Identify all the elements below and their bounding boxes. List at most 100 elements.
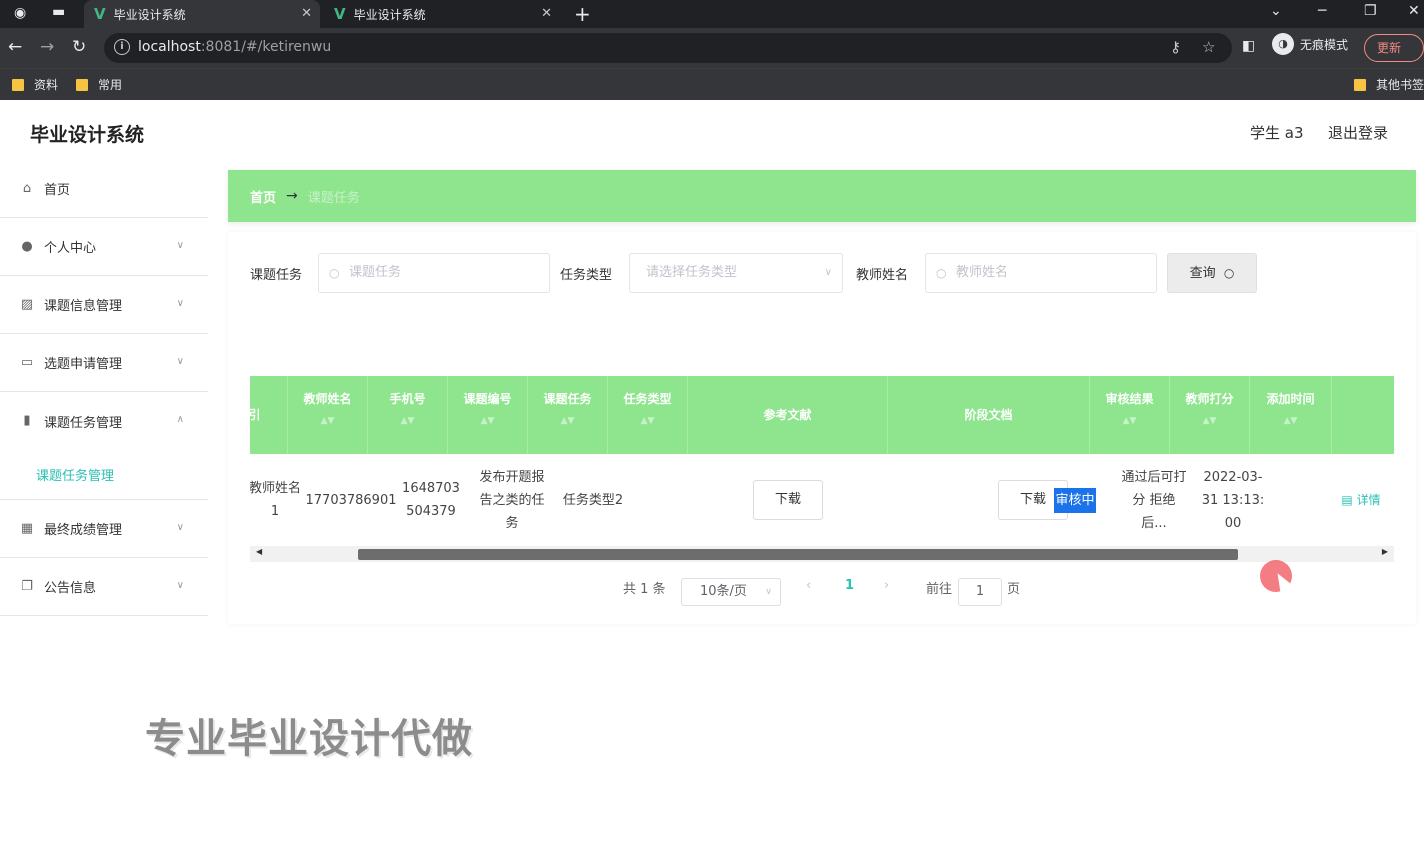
breadcrumb-home[interactable]: 首页 [250,187,276,206]
tab-title: 毕业设计系统 [113,7,186,22]
col-review-result[interactable]: 审核结果 ▲▼ [1090,376,1170,454]
sidebar-item-announcements[interactable]: ❐ 公告信息 ∨ [0,558,208,616]
sidebar-item-label: 课题信息管理 [44,299,123,314]
back-icon[interactable]: ← [8,37,22,57]
incognito-label: 无痕模式 [1300,37,1349,52]
page-size-label: 10条/页 [700,584,747,599]
table-header: 索引 教师姓名▲▼ 手机号▲▼ 课题编号▲▼ 课题任务▲▼ 任务类型▲▼ 参考文… [250,376,1394,454]
other-bookmarks[interactable]: 其他书签 [1354,76,1424,93]
chevron-down-icon[interactable]: ⌄ [1270,3,1282,19]
logout-link[interactable]: 退出登录 [1328,122,1388,143]
info-icon[interactable]: i [114,39,130,55]
sidebar-item-label: 选题申请管理 [44,357,123,372]
col-index[interactable]: 索引 [250,376,288,454]
detail-link[interactable]: ▤ 详情 [1341,489,1380,512]
placeholder: 教师姓名 [956,265,1009,280]
next-page-icon[interactable]: › [884,578,889,593]
sidebar-item-topic-application[interactable]: ▭ 选题申请管理 ∨ [0,334,208,392]
bar-icon: ▮ [23,413,31,428]
folder-icon [76,78,88,91]
key-icon[interactable]: ⚷ [1170,38,1181,56]
user-icon: ● [21,238,33,254]
col-phone[interactable]: 手机号 ▲▼ [368,376,448,454]
col-references[interactable]: 参考文献 [688,376,888,454]
main-panel: 课题任务 ○ 课题任务 任务类型 请选择任务类型 ∨ 教师姓名 ○ 教师姓名 查… [228,232,1416,624]
profile-icon[interactable]: ◉ [14,5,26,21]
bookmark-folder-1[interactable]: 资料 [12,76,58,93]
forward-icon[interactable]: → [40,37,54,57]
col-type[interactable]: 任务类型 ▲▼ [608,376,688,454]
task-table: 索引 教师姓名▲▼ 手机号▲▼ 课题编号▲▼ 课题任务▲▼ 任务类型▲▼ 参考文… [250,376,1394,566]
scroll-right-icon[interactable]: ▶ [1382,547,1388,556]
close-tab-icon[interactable]: ✕ [541,6,552,21]
col-teacher[interactable]: 教师姓名 ▲▼ [288,376,368,454]
col-stage-docs[interactable]: 阶段文档 [888,376,1090,454]
message-icon: ▭ [20,354,34,370]
sidebar-subitem-topic-task[interactable]: 课题任务管理 [0,450,208,500]
page-suffix: 页 [1007,582,1021,597]
reload-icon[interactable]: ↻ [72,37,86,57]
query-button[interactable]: 查询 ○ [1167,253,1257,293]
tab-title: 毕业设计系统 [353,7,426,22]
sidebar-item-final-grades[interactable]: ▦ 最终成绩管理 ∨ [0,500,208,558]
task-search-input[interactable]: ○ 课题任务 [318,253,550,293]
search-icon: ○ [329,266,340,280]
col-task[interactable]: 课题任务 ▲▼ [528,376,608,454]
star-icon[interactable]: ☆ [1202,38,1215,56]
close-tab-icon[interactable]: ✕ [301,6,312,21]
goto-page-input[interactable]: 1 [958,578,1002,606]
chevron-down-icon: ∨ [765,587,772,597]
bookmark-label: 常用 [98,78,123,92]
teacher-filter-label: 教师姓名 [856,268,909,283]
browser-chrome: ◉ ▬ V 毕业设计系统 ✕ V 毕业设计系统 ✕ + ⌄ ─ ❐ ✕ ← → … [0,0,1424,100]
chevron-down-icon: ∨ [824,267,832,278]
table-row: 教师姓名1 17703786901 1648703504379 发布开题报告之类… [250,454,1394,546]
search-icon: ○ [1223,266,1235,280]
page-size-select[interactable]: 10条/页 ∨ [681,578,781,606]
detail-label: 详情 [1356,492,1381,507]
sidebar-item-personal-center[interactable]: ● 个人中心 ∨ [0,218,208,276]
sidepanel-icon[interactable]: ◧ [1242,38,1255,54]
tab-search-icon[interactable]: ▬ [52,4,65,20]
download-references-button[interactable]: 下载 [753,480,823,520]
cell-phone: 17703786901 [305,492,397,508]
chevron-down-icon: ∨ [176,522,184,533]
scrollbar-thumb[interactable] [358,549,1238,560]
bookmark-label: 资料 [34,78,59,92]
col-add-time[interactable]: 添加时间 ▲▼ [1250,376,1332,454]
task-type-select[interactable]: 请选择任务类型 ∨ [629,253,843,293]
nav-bar: ← → ↻ i localhost:8081/#/ketirenwu ⚷ ☆ ◧ [0,28,1424,68]
cell-task: 发布开题报告之类的任务 [479,469,545,531]
prev-page-icon[interactable]: ‹ [806,578,811,593]
folder-icon [12,78,24,91]
vue-logo-icon: V [334,5,346,23]
browser-tab-1[interactable]: V 毕业设计系统 ✕ [84,0,320,28]
col-topic-no[interactable]: 课题编号 ▲▼ [448,376,528,454]
address-bar[interactable]: i localhost:8081/#/ketirenwu ⚷ ☆ [104,33,1232,63]
bookmarks-bar: 资料 常用 其他书签 [0,68,1424,100]
restore-icon[interactable]: ❐ [1364,3,1377,19]
sidebar-item-label: 首页 [44,183,71,198]
sidebar-item-label: 公告信息 [44,581,97,596]
page-number-current[interactable]: 1 [845,578,854,593]
sidebar-item-home[interactable]: ⌂ 首页 [0,160,208,218]
placeholder: 请选择任务类型 [646,265,738,280]
browser-tab-2[interactable]: V 毕业设计系统 ✕ [324,0,560,28]
cell-topic-no: 1648703504379 [402,481,460,519]
incognito-indicator[interactable]: ◑ 无痕模式 [1272,33,1348,55]
sidebar-item-topic-info[interactable]: ▨ 课题信息管理 ∨ [0,276,208,334]
new-tab-icon[interactable]: + [574,2,591,26]
col-score[interactable]: 教师打分 ▲▼ [1170,376,1250,454]
close-window-icon[interactable]: ✕ [1408,3,1420,19]
minimize-icon[interactable]: ─ [1318,3,1326,19]
horizontal-scrollbar[interactable]: ◀ ▶ [250,546,1394,562]
cell-teacher: 教师姓名1 [250,481,301,519]
sidebar: ⌂ 首页 ● 个人中心 ∨ ▨ 课题信息管理 ∨ ▭ 选题申请管理 ∨ ▮ 课题… [0,160,208,616]
bookmark-folder-2[interactable]: 常用 [76,76,122,93]
teacher-search-input[interactable]: ○ 教师姓名 [925,253,1157,293]
scroll-left-icon[interactable]: ◀ [256,547,262,556]
update-button[interactable]: 更新 [1364,34,1424,62]
cell-references: 下载 [688,454,888,546]
pagination-total: 共 1 条 [623,582,666,597]
sidebar-item-topic-task[interactable]: ▮ 课题任务管理 ∧ [0,392,208,450]
